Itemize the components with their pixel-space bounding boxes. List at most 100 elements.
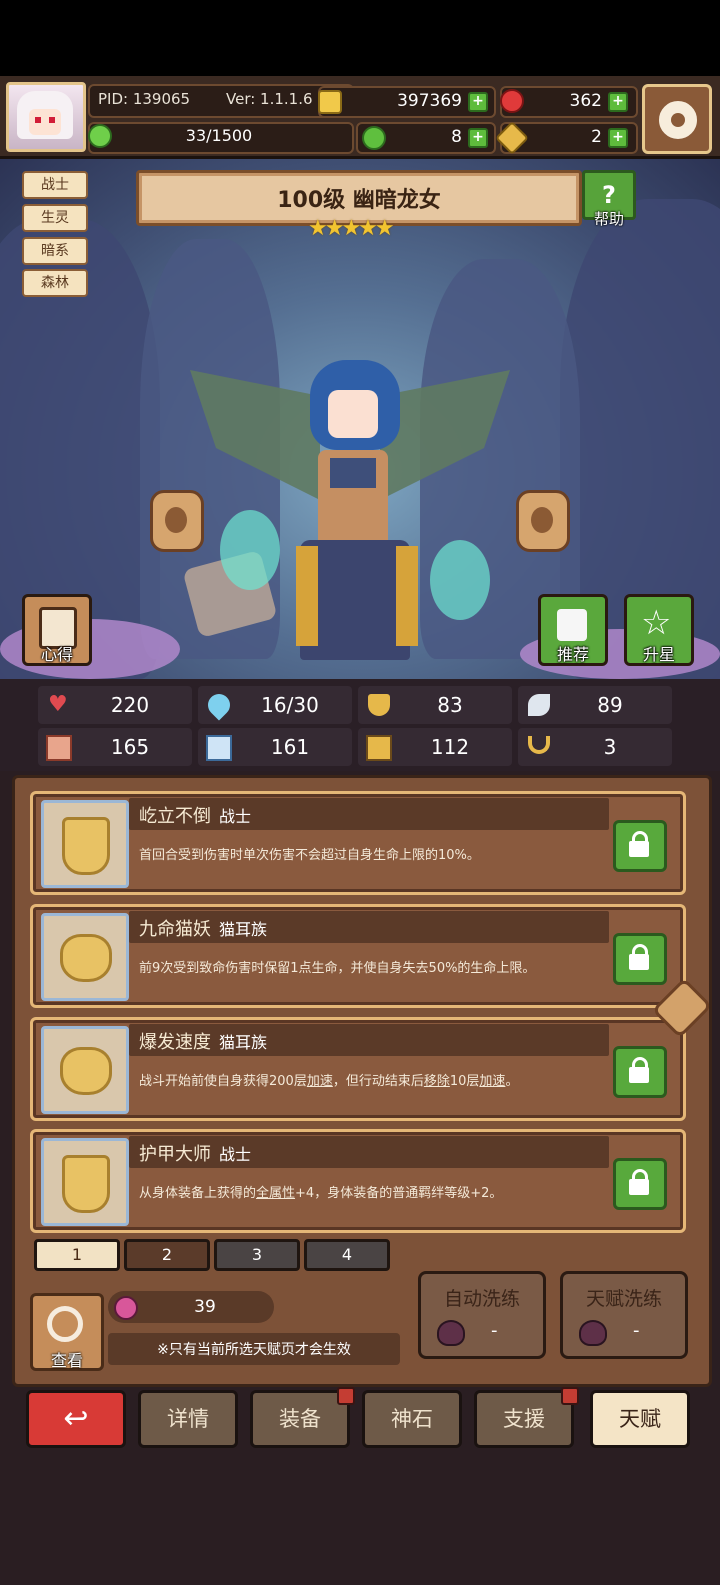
talent-name: 护甲大师 bbox=[139, 1144, 211, 1165]
talent-card[interactable]: 护甲大师 战士 从身体装备上获得的全属性+4，身体装备的普通羁绊等级+2。 bbox=[30, 1129, 686, 1233]
nav-godstone[interactable]: 神石 bbox=[362, 1390, 462, 1448]
gear-icon bbox=[659, 101, 697, 139]
talent-icon bbox=[41, 800, 129, 888]
talent-wash-label: 天赋洗练 bbox=[585, 1288, 662, 1310]
tag-forest: 森林 bbox=[22, 269, 88, 297]
nav-details-label: 详情 bbox=[167, 1407, 209, 1431]
help-label: 帮助 bbox=[593, 210, 624, 228]
talent-icon bbox=[41, 913, 129, 1001]
recommend-button[interactable]: 推荐 bbox=[538, 594, 608, 666]
talent-name: 爆发速度 bbox=[139, 1032, 211, 1053]
recommend-label: 推荐 bbox=[556, 645, 589, 664]
nav-talent-label: 天赋 bbox=[619, 1407, 661, 1431]
lock-icon bbox=[629, 954, 649, 970]
talent-icon bbox=[41, 1026, 129, 1114]
energy-value: 33/1500 bbox=[185, 126, 253, 145]
talent-page-tab-3[interactable]: 3 bbox=[214, 1239, 300, 1271]
stat-magic-value: 161 bbox=[270, 735, 310, 759]
nav-godstone-label: 神石 bbox=[391, 1407, 433, 1431]
talent-description: 从身体装备上获得的全属性+4，身体装备的普通羁绊等级+2。 bbox=[139, 1186, 503, 1201]
talent-type: 战士 bbox=[219, 1145, 252, 1164]
settings-button[interactable] bbox=[642, 84, 712, 154]
nav-details[interactable]: 详情 bbox=[138, 1390, 238, 1448]
stat-luck-value: 3 bbox=[603, 735, 617, 759]
lock-button[interactable] bbox=[613, 933, 667, 985]
stat-armor-value: 83 bbox=[437, 693, 463, 717]
upstar-label: 升星 bbox=[642, 645, 675, 664]
heart-icon: ♥ bbox=[48, 692, 68, 717]
cat-face-icon bbox=[60, 1047, 112, 1095]
red-gem-icon bbox=[500, 89, 524, 113]
shield-icon bbox=[368, 694, 390, 716]
hero-sprite bbox=[190, 350, 510, 670]
hero-title: 100级 幽暗龙女 bbox=[277, 188, 441, 213]
add-gems-button[interactable]: + bbox=[608, 92, 628, 112]
gems-value: 362 bbox=[569, 91, 602, 111]
add-pieces-button[interactable]: + bbox=[608, 128, 628, 148]
lock-icon bbox=[629, 841, 649, 857]
talent-card[interactable]: 九命猫妖 猫耳族 前9次受到致命伤害时保留1点生命，并使自身失去50%的生命上限。 bbox=[30, 904, 686, 1008]
auto-wash-cost: - bbox=[491, 1320, 498, 1341]
nav-equipment[interactable]: 装备 bbox=[250, 1387, 355, 1448]
fist-icon bbox=[46, 735, 72, 761]
player-avatar[interactable] bbox=[6, 82, 86, 152]
auto-wash-label: 自动洗练 bbox=[443, 1288, 520, 1310]
talent-description: 首回合受到伤害时单次伤害不会超过自身生命上限的10%。 bbox=[139, 848, 480, 863]
lock-icon bbox=[629, 1179, 649, 1195]
talent-description: 战斗开始前使自身获得200层加速，但行动结束后移除10层加速。 bbox=[139, 1074, 519, 1089]
talent-description: 前9次受到致命伤害时保留1点生命，并使自身失去50%的生命上限。 bbox=[139, 961, 536, 976]
nav-support[interactable]: 支援 bbox=[474, 1387, 579, 1448]
lock-button[interactable] bbox=[613, 1158, 667, 1210]
talent-wash-cost: - bbox=[633, 1320, 640, 1341]
pouch-icon bbox=[579, 1320, 607, 1346]
auto-wash-button[interactable]: 自动洗练 - bbox=[418, 1271, 546, 1359]
thumbs-up-icon bbox=[557, 609, 587, 641]
talent-note: ※只有当前所选天赋页才会生效 bbox=[157, 1342, 351, 1358]
notification-dot bbox=[337, 1387, 355, 1405]
talent-page-tab-2[interactable]: 2 bbox=[124, 1239, 210, 1271]
talent-type: 猫耳族 bbox=[219, 1033, 268, 1052]
tag-warrior: 战士 bbox=[22, 171, 88, 199]
add-gold-button[interactable]: + bbox=[468, 92, 488, 112]
talent-card[interactable]: 爆发速度 猫耳族 战斗开始前使自身获得200层加速，但行动结束后移除10层加速。 bbox=[30, 1017, 686, 1121]
star-icon: ☆ bbox=[641, 603, 672, 643]
clover-icon bbox=[362, 126, 386, 150]
talent-type: 战士 bbox=[219, 807, 252, 826]
lock-button[interactable] bbox=[613, 1046, 667, 1098]
lock-icon bbox=[629, 1067, 649, 1083]
potion-icon bbox=[114, 1296, 138, 1320]
talent-page-tab-4[interactable]: 4 bbox=[304, 1239, 390, 1271]
next-hero-button[interactable] bbox=[516, 490, 570, 552]
lock-button[interactable] bbox=[613, 820, 667, 872]
upstar-button[interactable]: ☆ 升星 bbox=[624, 594, 694, 666]
back-button[interactable]: ↩ bbox=[26, 1390, 126, 1448]
clover-value: 8 bbox=[451, 127, 462, 147]
gold-value: 397369 bbox=[397, 91, 462, 111]
insight-button[interactable]: 心得 bbox=[22, 594, 92, 666]
talent-type: 猫耳族 bbox=[219, 920, 268, 939]
nav-equipment-label: 装备 bbox=[279, 1407, 321, 1431]
talent-page-tab-1[interactable]: 1 bbox=[34, 1239, 120, 1271]
notification-dot bbox=[561, 1387, 579, 1405]
player-id: PID: 139065 bbox=[98, 90, 191, 108]
back-arrow-icon: ↩ bbox=[63, 1401, 89, 1436]
hero-star-rating: ★★★★★ bbox=[308, 216, 395, 241]
shield-crest-icon bbox=[62, 1155, 110, 1213]
talent-name: 九命猫妖 bbox=[139, 919, 211, 940]
spellbook-icon bbox=[206, 735, 232, 761]
version-label: Ver: 1.1.1.6 bbox=[226, 90, 313, 108]
shield-crest-icon bbox=[62, 817, 110, 875]
add-clover-button[interactable]: + bbox=[468, 128, 488, 148]
gold-coin-icon bbox=[318, 90, 342, 114]
talent-card[interactable]: 屹立不倒 战士 首回合受到伤害时单次伤害不会超过自身生命上限的10%。 bbox=[30, 791, 686, 895]
pouch-icon bbox=[437, 1320, 465, 1346]
nav-support-label: 支援 bbox=[503, 1407, 545, 1431]
talent-wash-button[interactable]: 天赋洗练 - bbox=[560, 1271, 688, 1359]
nav-talent[interactable]: 天赋 bbox=[590, 1390, 690, 1448]
stat-attack-value: 165 bbox=[110, 735, 150, 759]
cat-face-icon bbox=[60, 934, 112, 982]
prev-hero-button[interactable] bbox=[150, 490, 204, 552]
pieces-value: 2 bbox=[591, 127, 602, 147]
arrow-right-icon bbox=[531, 507, 553, 533]
arrow-left-icon bbox=[165, 507, 187, 533]
